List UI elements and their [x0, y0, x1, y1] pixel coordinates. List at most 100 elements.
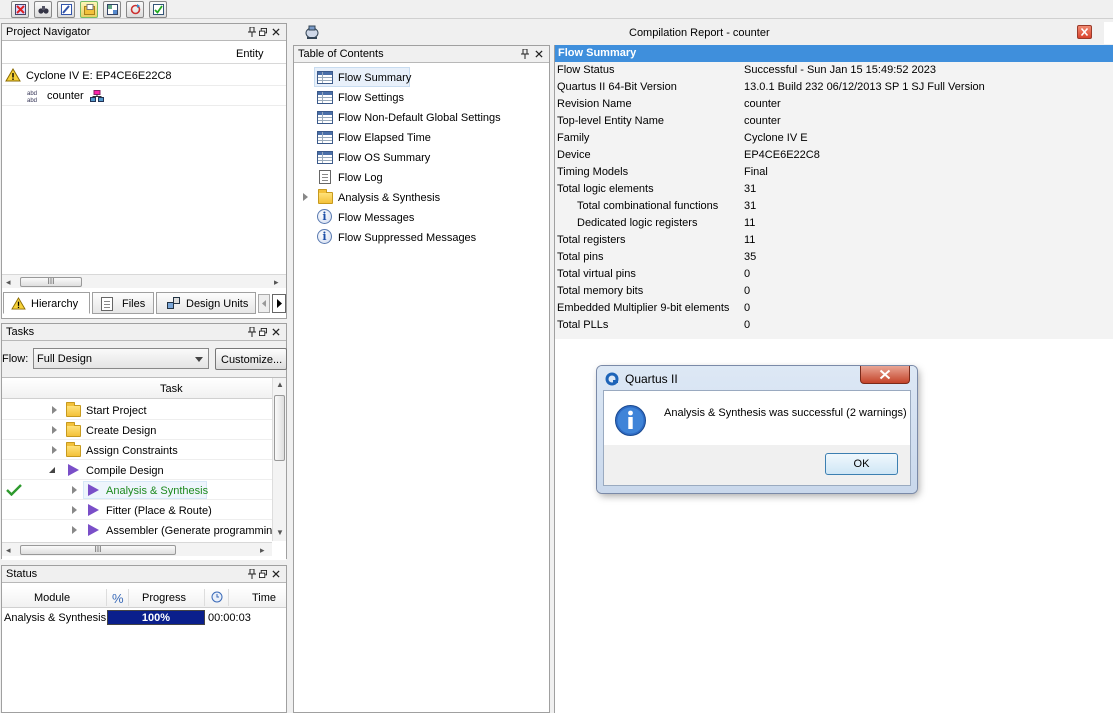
toc-label: Flow Settings	[338, 92, 405, 104]
ok-button[interactable]: OK	[825, 453, 898, 475]
task-item-start-project[interactable]: Start Project	[2, 400, 272, 420]
toc-item-analysis-synthesis[interactable]: Analysis & Synthesis	[294, 187, 534, 207]
pin-icon[interactable]	[248, 27, 256, 37]
tab-design-units[interactable]: Design Units	[156, 292, 256, 314]
task-item-compile-design[interactable]: Compile Design	[2, 460, 272, 480]
checklist-button[interactable]	[149, 1, 167, 18]
task-horizontal-scrollbar[interactable]: ◂ III ▸	[2, 542, 272, 556]
task-item-create-design[interactable]: Create Design	[2, 420, 272, 440]
open-project-button[interactable]	[80, 1, 98, 18]
customize-button[interactable]: Customize...	[215, 348, 287, 370]
expand-icon[interactable]	[72, 506, 77, 514]
dialog-message: Analysis & Synthesis was successful (2 w…	[664, 407, 907, 419]
scroll-left-icon[interactable]: ◂	[6, 277, 11, 288]
task-vertical-scrollbar[interactable]: ▲ ▼	[272, 378, 286, 541]
toc-item-flow-elapsed-time[interactable]: Flow Elapsed Time	[314, 127, 514, 147]
summary-row[interactable]: Quartus II 64-Bit Version 13.0.1 Build 23…	[555, 79, 1113, 96]
scroll-thumb[interactable]: III	[20, 277, 82, 287]
task-item-assembler[interactable]: Assembler (Generate programming files)	[2, 520, 272, 540]
task-item-fitter[interactable]: Fitter (Place & Route)	[2, 500, 272, 520]
pin-icon[interactable]	[521, 49, 529, 59]
restore-icon[interactable]	[259, 569, 267, 579]
restore-icon[interactable]	[259, 27, 267, 37]
scroll-thumb[interactable]	[274, 395, 285, 461]
status-panel: Status Module % Progress Time Analysis &…	[1, 565, 287, 713]
tab-scroll-right[interactable]	[272, 294, 286, 313]
summary-row[interactable]: Flow Status Successful - Sun Jan 15 15:49…	[555, 62, 1113, 79]
expand-icon[interactable]	[303, 193, 308, 201]
flow-select-value: Full Design	[37, 353, 93, 365]
collapse-icon[interactable]	[48, 466, 56, 474]
checklist-icon	[153, 4, 164, 15]
toc-item-flow-non-default-settings[interactable]: Flow Non-Default Global Settings	[314, 107, 534, 127]
summary-row[interactable]: Total logic elements 31	[555, 181, 1113, 198]
scroll-left-icon[interactable]: ◂	[6, 545, 11, 556]
toc-item-flow-log[interactable]: Flow Log	[314, 167, 514, 187]
tab-scroll-left[interactable]	[258, 294, 270, 313]
expand-icon[interactable]	[52, 446, 57, 454]
summary-row[interactable]: Device EP4CE6E22C8	[555, 147, 1113, 164]
close-icon	[1080, 27, 1089, 37]
close-icon[interactable]	[535, 49, 543, 59]
tab-label: Hierarchy	[31, 298, 79, 310]
summary-row[interactable]: Total registers 11	[555, 232, 1113, 249]
scroll-thumb[interactable]: III	[20, 545, 176, 555]
scroll-down-icon[interactable]: ▼	[276, 528, 284, 537]
expand-icon[interactable]	[52, 426, 57, 434]
project-navigator-title-bar: Project Navigator	[2, 24, 286, 41]
navigator-header: Entity	[2, 43, 286, 64]
entity-row[interactable]: abd abd counter	[2, 86, 286, 106]
summary-row[interactable]: Revision Name counter	[555, 96, 1113, 113]
summary-row[interactable]: Timing Models Final	[555, 164, 1113, 181]
dialog-close-button[interactable]	[860, 366, 910, 384]
stop-button[interactable]	[11, 1, 29, 18]
edit-button[interactable]	[57, 1, 75, 18]
task-list: Task Start Project Create Design Assign …	[2, 377, 286, 560]
scroll-up-icon[interactable]: ▲	[276, 380, 284, 389]
find-button[interactable]	[34, 1, 52, 18]
expand-icon[interactable]	[72, 486, 77, 494]
toc-item-flow-suppressed-messages[interactable]: i Flow Suppressed Messages	[314, 227, 534, 247]
play-icon	[88, 484, 99, 496]
task-item-analysis-synthesis[interactable]: Analysis & Synthesis	[2, 480, 272, 500]
info-icon: i	[317, 209, 332, 224]
pin-icon[interactable]	[248, 569, 256, 579]
toc-item-flow-os-summary[interactable]: Flow OS Summary	[314, 147, 514, 167]
device-row[interactable]: Cyclone IV E: EP4CE6E22C8	[2, 66, 286, 86]
refresh-button[interactable]	[126, 1, 144, 18]
restore-icon[interactable]	[259, 327, 267, 337]
scroll-right-icon[interactable]: ▸	[274, 277, 279, 288]
flow-select[interactable]: Full Design	[33, 348, 209, 369]
toc-item-flow-settings[interactable]: Flow Settings	[314, 87, 514, 107]
summary-row[interactable]: Total pins 35	[555, 249, 1113, 266]
tab-files[interactable]: Files	[92, 292, 154, 314]
toc-item-flow-messages[interactable]: i Flow Messages	[314, 207, 514, 227]
report-close-button[interactable]	[1077, 25, 1092, 39]
summary-row[interactable]: Total combinational functions 31	[555, 198, 1113, 215]
tasks-panel: Tasks Flow: Full Design Customize... Tas…	[1, 323, 287, 560]
tab-label: Files	[122, 298, 146, 310]
summary-row[interactable]: Top-level Entity Name counter	[555, 113, 1113, 130]
entity-column-header: Entity	[236, 48, 264, 60]
expand-icon[interactable]	[72, 526, 77, 534]
navigator-horizontal-scrollbar[interactable]: ◂ III ▸	[2, 274, 286, 288]
close-icon[interactable]	[272, 27, 280, 37]
pin-icon[interactable]	[248, 327, 256, 337]
toc-item-flow-summary[interactable]: Flow Summary	[314, 67, 411, 87]
close-icon[interactable]	[272, 569, 280, 579]
task-item-assign-constraints[interactable]: Assign Constraints	[2, 440, 272, 460]
expand-icon[interactable]	[52, 406, 57, 414]
summary-row[interactable]: Family Cyclone IV E	[555, 130, 1113, 147]
scroll-right-icon[interactable]: ▸	[260, 545, 265, 556]
summary-row[interactable]: Dedicated logic registers 11	[555, 215, 1113, 232]
table-icon	[317, 91, 333, 104]
summary-row[interactable]: Embedded Multiplier 9-bit elements 0	[555, 300, 1113, 317]
hierarchy-icon	[90, 90, 104, 102]
summary-row[interactable]: Total PLLs 0	[555, 317, 1113, 334]
tab-hierarchy[interactable]: Hierarchy	[3, 292, 90, 314]
summary-row[interactable]: Total memory bits 0	[555, 283, 1113, 300]
layout-button[interactable]	[103, 1, 121, 18]
toc-label: Flow Suppressed Messages	[338, 232, 477, 244]
summary-row[interactable]: Total virtual pins 0	[555, 266, 1113, 283]
close-icon[interactable]	[272, 327, 280, 337]
